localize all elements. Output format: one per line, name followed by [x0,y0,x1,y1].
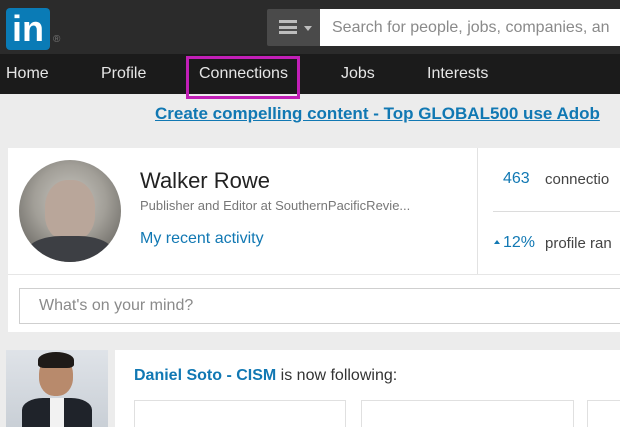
avatar-shirt [50,398,64,427]
profile-avatar[interactable] [19,160,121,262]
followed-item-card[interactable] [587,400,620,427]
nav-profile[interactable]: Profile [101,54,146,94]
followed-item-card[interactable] [361,400,574,427]
connections-highlight-box [186,56,300,99]
sponsored-ad-link[interactable]: Create compelling content - Top GLOBAL50… [155,104,600,124]
feed-item-text: Daniel Soto - CISM is now following: [134,367,397,385]
nav-interests[interactable]: Interests [427,54,488,94]
stats-divider [493,211,620,212]
nav-jobs[interactable]: Jobs [341,54,375,94]
avatar-face [45,180,95,240]
status-update-input[interactable] [19,288,620,324]
feed-actor-avatar[interactable] [6,350,108,427]
feed-action-text: is now following: [276,367,398,384]
recent-activity-link[interactable]: My recent activity [140,230,264,248]
composer-divider [8,274,620,275]
chevron-down-icon [304,26,312,31]
avatar-shirt [27,236,113,262]
top-bar: in ® [0,0,620,54]
profile-stats-divider [477,148,478,274]
connections-count[interactable]: 463 [503,170,530,188]
profile-headline: Publisher and Editor at SouthernPacificR… [140,198,411,213]
search-category-menu-button[interactable] [267,9,320,46]
profile-name[interactable]: Walker Rowe [140,168,270,194]
feed-actor-link[interactable]: Daniel Soto - CISM [134,367,276,384]
nav-home[interactable]: Home [6,54,49,94]
profile-rank-label[interactable]: profile ran [545,235,612,252]
registered-mark: ® [53,34,61,45]
linkedin-logo[interactable]: in [6,8,50,50]
connections-label[interactable]: connectio [545,171,609,188]
search-input[interactable] [320,9,620,46]
followed-item-card[interactable] [134,400,346,427]
avatar-hair [38,352,74,368]
profile-rank-change[interactable]: 12% [503,234,535,252]
main-nav: Home Profile Connections Jobs Interests [0,54,620,94]
hamburger-menu-icon [279,20,297,34]
rank-up-arrow-icon [494,240,500,244]
